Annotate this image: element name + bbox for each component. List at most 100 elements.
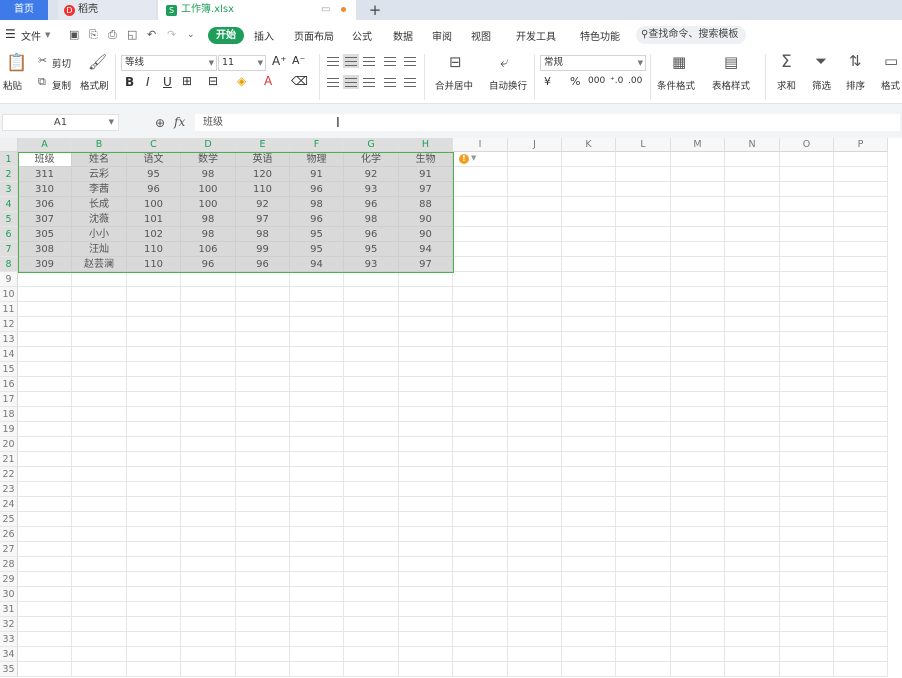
row-header-2[interactable]: 2 bbox=[0, 167, 18, 182]
cell-O5[interactable] bbox=[780, 212, 834, 227]
cell-E20[interactable] bbox=[236, 437, 290, 452]
column-header-N[interactable]: N bbox=[725, 138, 780, 152]
cell-P21[interactable] bbox=[834, 452, 888, 467]
cell-K35[interactable] bbox=[562, 662, 616, 677]
cell-B17[interactable] bbox=[72, 392, 127, 407]
cell-N18[interactable] bbox=[725, 407, 780, 422]
cell-G3[interactable]: 93 bbox=[344, 182, 399, 197]
cell-A32[interactable] bbox=[18, 617, 72, 632]
cell-N30[interactable] bbox=[725, 587, 780, 602]
decrease-font-icon[interactable]: A⁻ bbox=[292, 54, 305, 67]
currency-icon[interactable]: ¥ bbox=[544, 75, 551, 88]
cell-N33[interactable] bbox=[725, 632, 780, 647]
cell-I6[interactable] bbox=[453, 227, 508, 242]
cell-O11[interactable] bbox=[780, 302, 834, 317]
scissors-icon[interactable]: ✂ bbox=[38, 54, 47, 67]
cell-M7[interactable] bbox=[671, 242, 725, 257]
cell-N21[interactable] bbox=[725, 452, 780, 467]
cell-O30[interactable] bbox=[780, 587, 834, 602]
cell-H32[interactable] bbox=[399, 617, 453, 632]
cell-B12[interactable] bbox=[72, 317, 127, 332]
name-box[interactable]: A1 ▼ bbox=[2, 114, 119, 131]
cell-O35[interactable] bbox=[780, 662, 834, 677]
cell-E2[interactable]: 120 bbox=[236, 167, 290, 182]
cell-O6[interactable] bbox=[780, 227, 834, 242]
cell-I5[interactable] bbox=[453, 212, 508, 227]
cell-D20[interactable] bbox=[181, 437, 236, 452]
cell-L7[interactable] bbox=[616, 242, 671, 257]
cell-D1[interactable]: 数学 bbox=[181, 152, 236, 167]
cell-C11[interactable] bbox=[127, 302, 181, 317]
cell-E6[interactable]: 98 bbox=[236, 227, 290, 242]
cell-M22[interactable] bbox=[671, 467, 725, 482]
column-header-E[interactable]: E bbox=[236, 138, 290, 152]
cell-L20[interactable] bbox=[616, 437, 671, 452]
cell-I19[interactable] bbox=[453, 422, 508, 437]
row-header-3[interactable]: 3 bbox=[0, 182, 18, 197]
cell-I25[interactable] bbox=[453, 512, 508, 527]
cell-E26[interactable] bbox=[236, 527, 290, 542]
formula-input[interactable]: 班级 bbox=[195, 114, 900, 131]
cell-J13[interactable] bbox=[508, 332, 562, 347]
redo-icon[interactable]: ↷ bbox=[167, 28, 176, 41]
menu-developer[interactable]: 开发工具 bbox=[516, 28, 556, 43]
cell-O8[interactable] bbox=[780, 257, 834, 272]
cell-K26[interactable] bbox=[562, 527, 616, 542]
cell-L22[interactable] bbox=[616, 467, 671, 482]
cell-A1[interactable]: 班级 bbox=[18, 152, 72, 167]
cell-A19[interactable] bbox=[18, 422, 72, 437]
row-header-28[interactable]: 28 bbox=[0, 557, 18, 572]
cell-B30[interactable] bbox=[72, 587, 127, 602]
row-header-6[interactable]: 6 bbox=[0, 227, 18, 242]
cell-B9[interactable] bbox=[72, 272, 127, 287]
cell-B10[interactable] bbox=[72, 287, 127, 302]
cell-O34[interactable] bbox=[780, 647, 834, 662]
cell-K3[interactable] bbox=[562, 182, 616, 197]
hamburger-icon[interactable]: ☰ bbox=[5, 27, 16, 41]
cell-B32[interactable] bbox=[72, 617, 127, 632]
cell-M21[interactable] bbox=[671, 452, 725, 467]
cell-K15[interactable] bbox=[562, 362, 616, 377]
cell-M18[interactable] bbox=[671, 407, 725, 422]
cell-K5[interactable] bbox=[562, 212, 616, 227]
cell-L23[interactable] bbox=[616, 482, 671, 497]
column-header-O[interactable]: O bbox=[780, 138, 834, 152]
cell-J1[interactable] bbox=[508, 152, 562, 167]
column-header-F[interactable]: F bbox=[290, 138, 344, 152]
cell-J16[interactable] bbox=[508, 377, 562, 392]
cell-B25[interactable] bbox=[72, 512, 127, 527]
cell-H6[interactable]: 90 bbox=[399, 227, 453, 242]
cell-G27[interactable] bbox=[344, 542, 399, 557]
cell-F10[interactable] bbox=[290, 287, 344, 302]
cell-A17[interactable] bbox=[18, 392, 72, 407]
cell-N27[interactable] bbox=[725, 542, 780, 557]
cell-P3[interactable] bbox=[834, 182, 888, 197]
cell-O12[interactable] bbox=[780, 317, 834, 332]
cell-M25[interactable] bbox=[671, 512, 725, 527]
cell-N17[interactable] bbox=[725, 392, 780, 407]
cell-I20[interactable] bbox=[453, 437, 508, 452]
cell-B13[interactable] bbox=[72, 332, 127, 347]
cell-B2[interactable]: 云彩 bbox=[72, 167, 127, 182]
cell-B27[interactable] bbox=[72, 542, 127, 557]
cell-C13[interactable] bbox=[127, 332, 181, 347]
cell-D23[interactable] bbox=[181, 482, 236, 497]
cell-L24[interactable] bbox=[616, 497, 671, 512]
cell-O26[interactable] bbox=[780, 527, 834, 542]
cell-N12[interactable] bbox=[725, 317, 780, 332]
cell-O16[interactable] bbox=[780, 377, 834, 392]
clear-format-icon[interactable]: ⌫ bbox=[291, 74, 308, 88]
number-format-select[interactable]: 常规 ▼ bbox=[540, 55, 646, 71]
cell-J32[interactable] bbox=[508, 617, 562, 632]
cell-B4[interactable]: 长成 bbox=[72, 197, 127, 212]
format-button[interactable]: 格式 bbox=[881, 78, 900, 92]
cell-K18[interactable] bbox=[562, 407, 616, 422]
cell-F15[interactable] bbox=[290, 362, 344, 377]
cell-C33[interactable] bbox=[127, 632, 181, 647]
thousands-icon[interactable]: 000 bbox=[588, 76, 605, 86]
cell-F32[interactable] bbox=[290, 617, 344, 632]
cell-H35[interactable] bbox=[399, 662, 453, 677]
print-preview-icon[interactable]: ◱ bbox=[127, 28, 137, 41]
new-tab-button[interactable]: + bbox=[364, 0, 386, 20]
cell-F5[interactable]: 96 bbox=[290, 212, 344, 227]
